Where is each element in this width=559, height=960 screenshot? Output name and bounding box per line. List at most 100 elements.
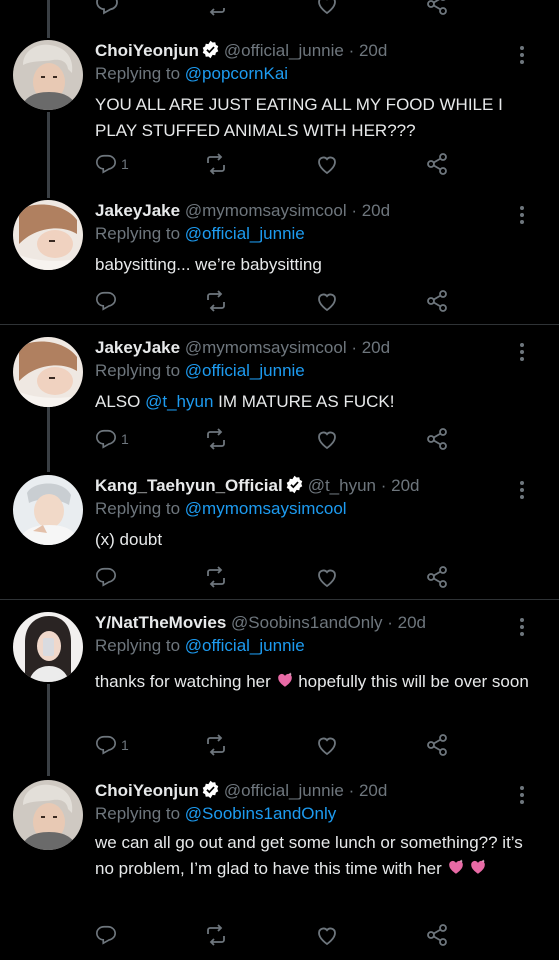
- reply-button[interactable]: 1: [95, 427, 129, 451]
- handle[interactable]: @Soobins1andOnly: [231, 613, 382, 632]
- display-name[interactable]: Y/NatTheMovies: [95, 613, 226, 632]
- tweet[interactable]: JakeyJake @mymomsaysimcool · 20d Replyin…: [0, 337, 559, 457]
- timestamp[interactable]: 20d: [359, 41, 387, 60]
- thread-line: [47, 0, 50, 38]
- share-button[interactable]: [425, 427, 449, 451]
- timestamp[interactable]: 20d: [359, 781, 387, 800]
- tweet-text: babysitting... we’re babysitting: [95, 255, 322, 274]
- share-icon[interactable]: [425, 0, 449, 16]
- retweet-button[interactable]: [204, 923, 228, 947]
- share-icon: [427, 153, 447, 175]
- retweet-button[interactable]: [204, 565, 228, 589]
- retweet-icon: [207, 924, 225, 946]
- reply-mention[interactable]: @popcornKai: [185, 64, 288, 83]
- more-icon[interactable]: [516, 479, 528, 501]
- reply-mention[interactable]: @official_junnie: [185, 224, 305, 243]
- reply-icon: [96, 291, 116, 311]
- retweet-icon: [207, 566, 225, 588]
- retweet-icon: [207, 428, 225, 450]
- mention-link[interactable]: @t_hyun: [145, 392, 213, 411]
- retweet-button[interactable]: [204, 733, 228, 757]
- retweet-button[interactable]: [204, 152, 228, 176]
- handle[interactable]: @mymomsaysimcool: [185, 338, 347, 357]
- share-button[interactable]: [425, 152, 449, 176]
- tweet-text-part: IM MATURE AS FUCK!: [213, 392, 395, 411]
- tweet[interactable]: Y/NatTheMovies @Soobins1andOnly · 20d Re…: [0, 612, 559, 762]
- like-button[interactable]: [315, 289, 339, 313]
- replying-to-label: Replying to: [95, 804, 181, 823]
- reply-mention[interactable]: @Soobins1andOnly: [185, 804, 336, 823]
- display-name[interactable]: ChoiYeonjun: [95, 41, 199, 60]
- more-icon[interactable]: [516, 204, 528, 226]
- like-button[interactable]: [315, 427, 339, 451]
- reply-icon[interactable]: [95, 0, 119, 16]
- retweet-icon: [207, 734, 225, 756]
- tweet-text-part: hopefully this will be over soon: [293, 672, 529, 691]
- display-name[interactable]: JakeyJake: [95, 201, 180, 220]
- like-icon[interactable]: [315, 0, 339, 16]
- reply-icon: [96, 567, 116, 587]
- reply-button[interactable]: [95, 565, 121, 589]
- sparkling-heart-emoji: [471, 859, 486, 874]
- reply-button[interactable]: 1: [95, 733, 129, 757]
- tweet-text: (x) doubt: [95, 530, 163, 549]
- share-button[interactable]: [425, 923, 449, 947]
- tweet[interactable]: Kang_Taehyun_Official @t_hyun · 20d Reply…: [0, 475, 559, 595]
- like-button[interactable]: [315, 923, 339, 947]
- retweet-button[interactable]: [204, 289, 228, 313]
- avatar[interactable]: [13, 475, 83, 545]
- tweet[interactable]: JakeyJake @mymomsaysimcool · 20d Replyin…: [0, 200, 559, 320]
- timestamp[interactable]: 20d: [391, 476, 419, 495]
- retweet-icon[interactable]: [204, 0, 228, 16]
- avatar[interactable]: [13, 40, 83, 110]
- reply-count: 1: [121, 431, 129, 447]
- like-button[interactable]: [315, 565, 339, 589]
- avatar[interactable]: [13, 337, 83, 407]
- tweet-actions: [95, 565, 455, 589]
- handle[interactable]: @official_junnie: [224, 41, 344, 60]
- like-icon: [318, 156, 336, 175]
- tweet-text: YOU ALL ARE JUST EATING ALL MY FOOD WHIL…: [95, 95, 503, 140]
- share-button[interactable]: [425, 733, 449, 757]
- verified-badge-icon: [202, 780, 219, 799]
- tweet[interactable]: ChoiYeonjun @official_junnie · 20d Replyi…: [0, 40, 559, 190]
- handle[interactable]: @mymomsaysimcool: [185, 201, 347, 220]
- separator-dot: ·: [376, 476, 392, 495]
- display-name[interactable]: Kang_Taehyun_Official: [95, 476, 283, 495]
- tweet[interactable]: ChoiYeonjun @official_junnie · 20d Replyi…: [0, 780, 559, 955]
- reply-icon: [96, 154, 116, 174]
- more-icon[interactable]: [516, 44, 528, 66]
- timestamp[interactable]: 20d: [362, 338, 390, 357]
- retweet-button[interactable]: [204, 427, 228, 451]
- reply-mention[interactable]: @official_junnie: [185, 636, 305, 655]
- reply-button[interactable]: [95, 923, 121, 947]
- more-icon[interactable]: [516, 784, 528, 806]
- like-button[interactable]: [315, 733, 339, 757]
- display-name[interactable]: ChoiYeonjun: [95, 781, 199, 800]
- avatar[interactable]: [13, 612, 83, 682]
- replying-to-label: Replying to: [95, 224, 181, 243]
- reply-icon: [96, 735, 116, 755]
- avatar[interactable]: [13, 200, 83, 270]
- avatar[interactable]: [13, 780, 83, 850]
- more-icon[interactable]: [516, 341, 528, 363]
- tweet-actions: 1: [95, 427, 455, 451]
- handle[interactable]: @t_hyun: [308, 476, 376, 495]
- reply-icon: [96, 925, 116, 945]
- timestamp[interactable]: 20d: [362, 201, 390, 220]
- previous-tweet-actions: [0, 0, 559, 22]
- more-icon[interactable]: [516, 616, 528, 638]
- like-button[interactable]: [315, 152, 339, 176]
- replying-to-label: Replying to: [95, 499, 181, 518]
- display-name[interactable]: JakeyJake: [95, 338, 180, 357]
- divider: [0, 324, 559, 325]
- handle[interactable]: @official_junnie: [224, 781, 344, 800]
- timestamp[interactable]: 20d: [398, 613, 426, 632]
- share-button[interactable]: [425, 565, 449, 589]
- sparkling-heart-emoji: [277, 672, 292, 687]
- reply-button[interactable]: [95, 289, 121, 313]
- reply-button[interactable]: 1: [95, 152, 129, 176]
- reply-mention[interactable]: @official_junnie: [185, 361, 305, 380]
- reply-mention[interactable]: @mymomsaysimcool: [185, 499, 347, 518]
- share-button[interactable]: [425, 289, 449, 313]
